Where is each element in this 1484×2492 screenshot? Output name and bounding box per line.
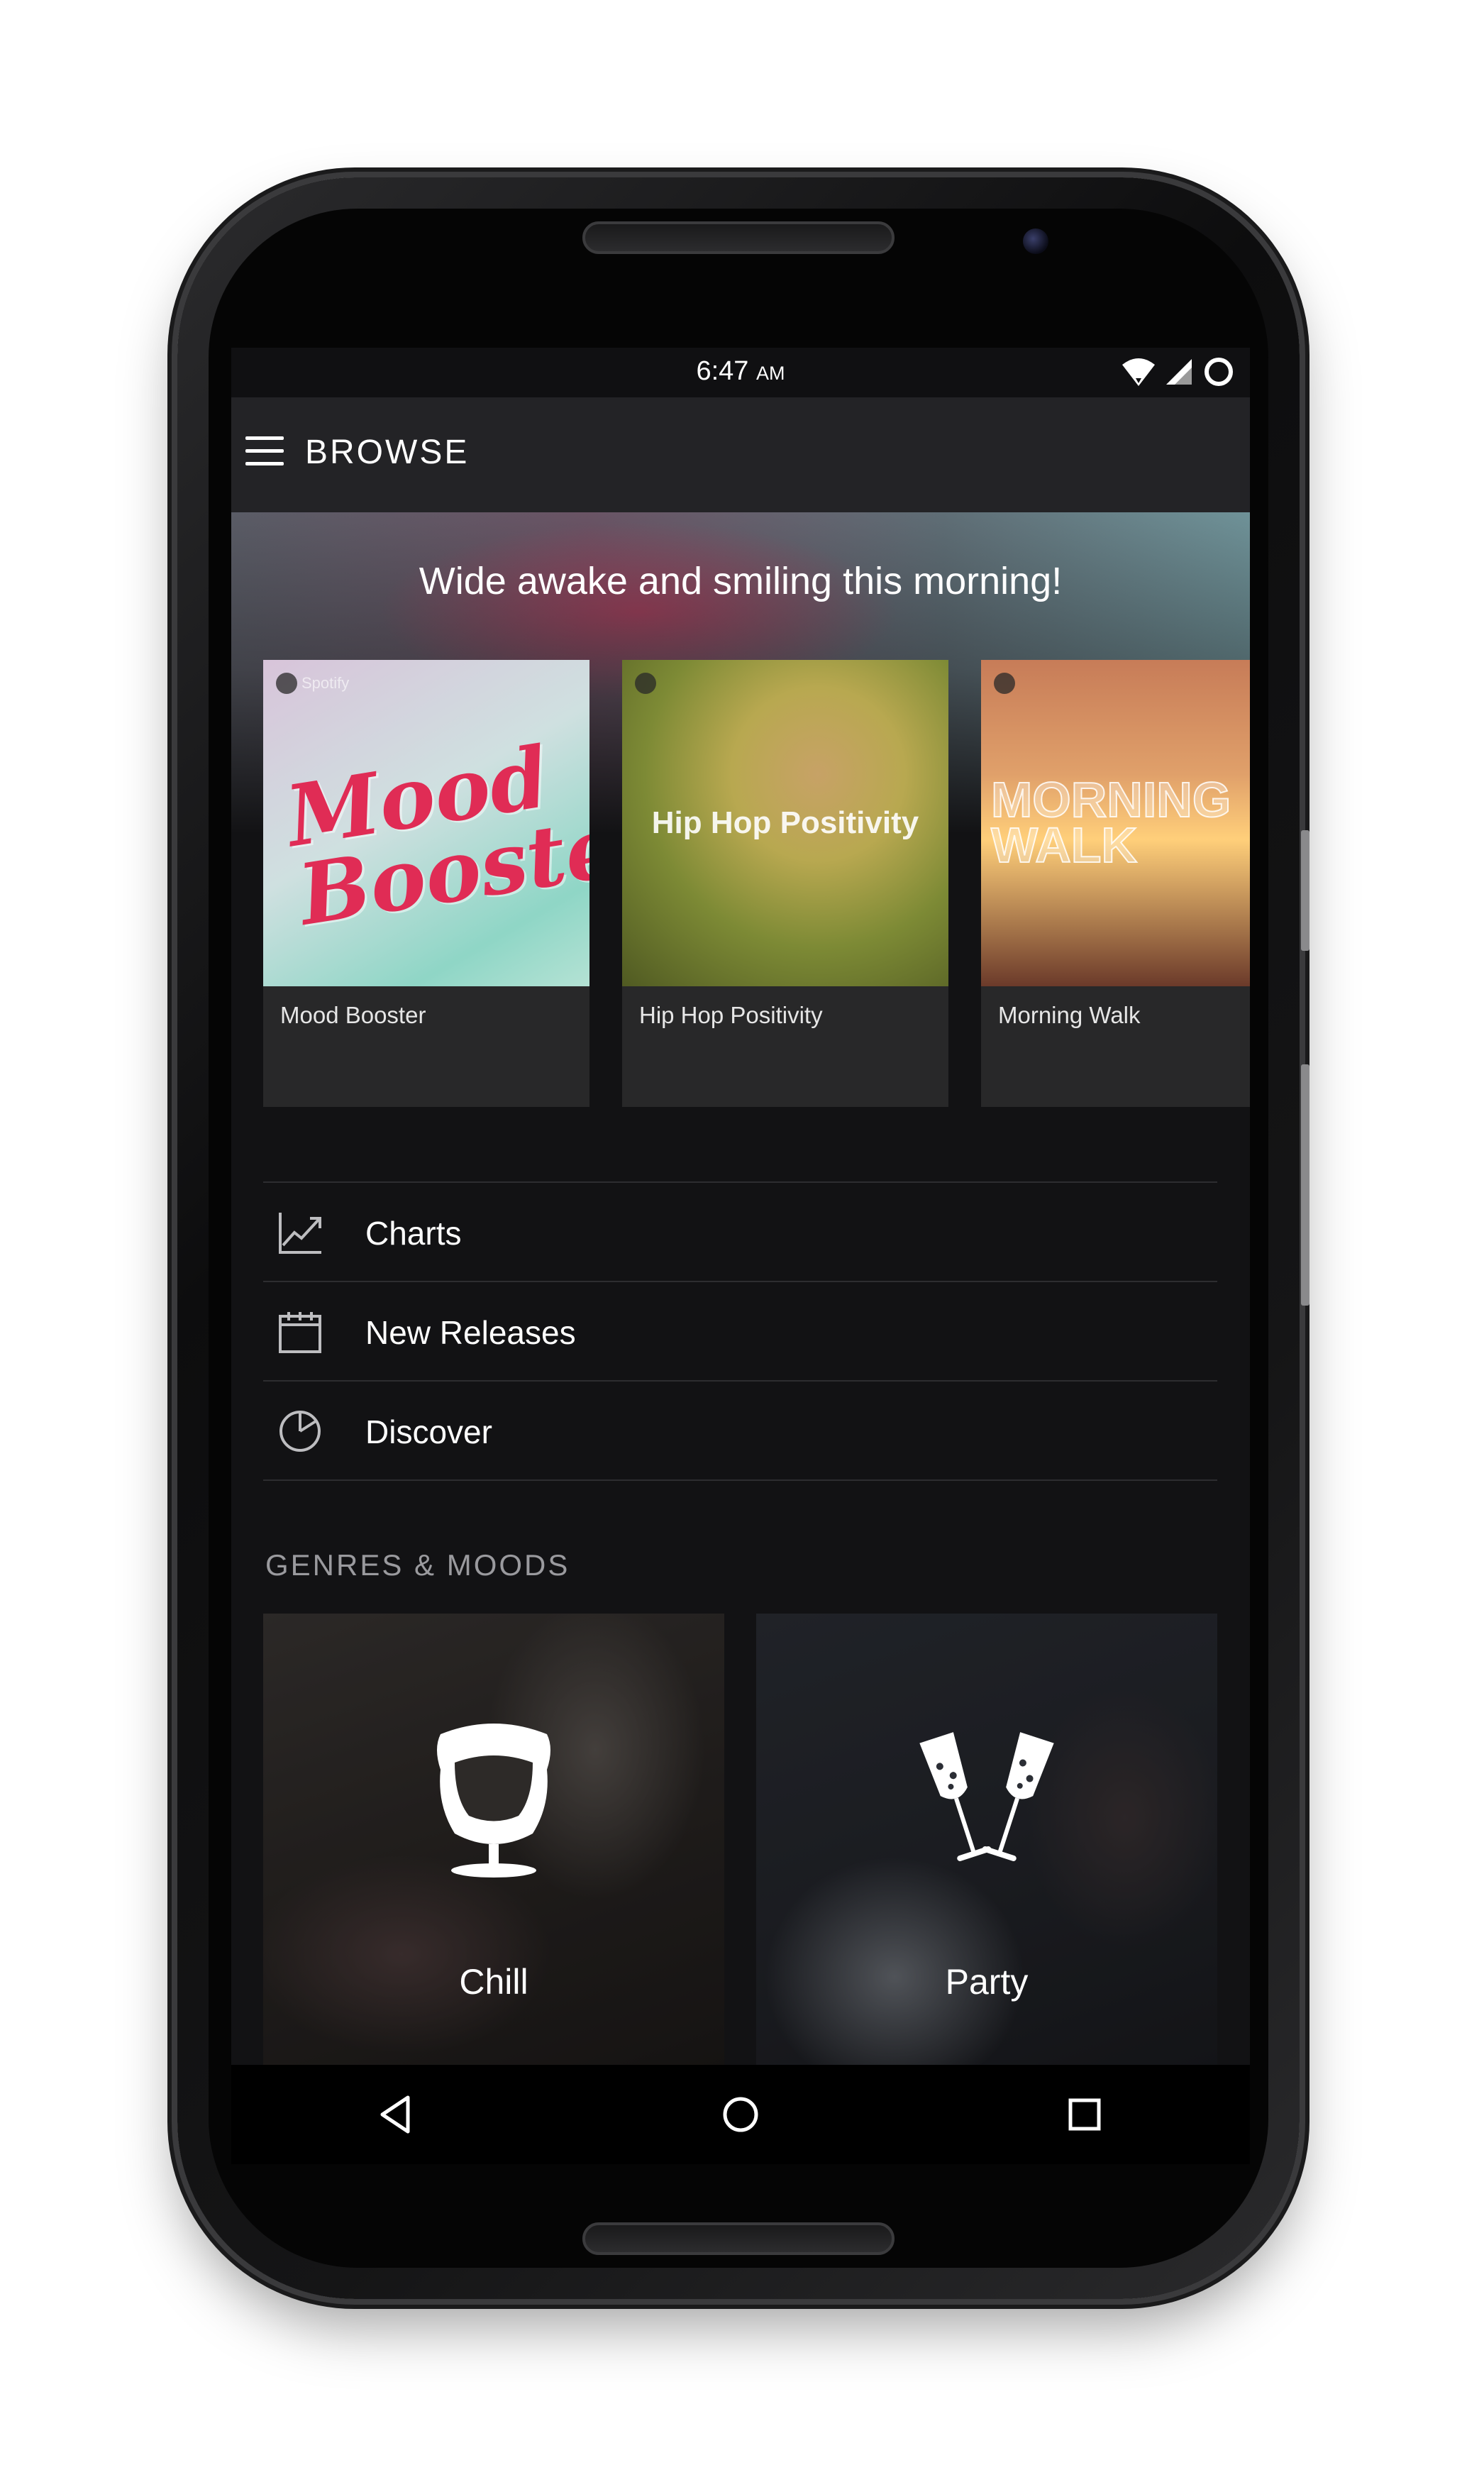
battery-icon xyxy=(1205,358,1233,386)
list-item-charts[interactable]: Charts xyxy=(263,1183,1217,1282)
recents-icon[interactable] xyxy=(1059,2089,1110,2140)
status-icons xyxy=(1121,355,1236,389)
playlist-cover-mood-booster: Spotify Mood Booster xyxy=(263,660,589,986)
featured-section: Wide awake and smiling this morning! Spo… xyxy=(231,512,1250,1107)
app-bar: BROWSE xyxy=(231,397,1250,512)
spotify-badge-text: Spotify xyxy=(301,674,350,692)
morning-walk-art-line1: MORNING xyxy=(990,772,1231,827)
list-item-label: Charts xyxy=(365,1215,462,1252)
volume-button xyxy=(1301,830,1309,951)
genres-heading: GENRES & MOODS xyxy=(265,1548,570,1582)
spotify-badge xyxy=(994,673,1015,694)
list-item-label: New Releases xyxy=(365,1314,576,1351)
hamburger-menu-icon[interactable] xyxy=(245,436,284,465)
featured-heading: Wide awake and smiling this morning! xyxy=(419,560,1063,602)
morning-walk-art-text: MORNING WALK xyxy=(990,772,1231,873)
list-item-discover[interactable]: Discover xyxy=(263,1382,1217,1481)
playlist-carousel[interactable]: Spotify Mood Booster Mood Booster Hip Ho… xyxy=(263,660,1250,1107)
playlist-cover-morning-walk: MORNING WALK xyxy=(981,660,1250,986)
playlist-card-morning-walk[interactable]: MORNING WALK Morning Walk xyxy=(981,660,1250,1107)
status-clock: 6:47 AM xyxy=(231,356,1250,387)
spotify-logo-icon xyxy=(276,673,297,694)
mood-booster-art-text: Mood Booster xyxy=(279,727,589,944)
genre-tile-label: Chill xyxy=(459,1962,528,2002)
calendar-icon xyxy=(279,1312,321,1353)
hip-hop-art-text: Hip Hop Positivity xyxy=(651,805,919,840)
home-icon[interactable] xyxy=(715,2089,766,2140)
playlist-card-mood-booster[interactable]: Spotify Mood Booster Mood Booster xyxy=(263,660,589,1107)
clock-pie-icon xyxy=(279,1411,321,1452)
back-icon[interactable] xyxy=(371,2089,422,2140)
playlist-title: Hip Hop Positivity xyxy=(639,1002,823,1028)
signal-icon xyxy=(1166,359,1192,385)
champagne-glasses-icon xyxy=(919,1732,1054,1861)
playlist-card-hip-hop-positivity[interactable]: Hip Hop Positivity Hip Hop Positivity xyxy=(622,660,948,1107)
wifi-icon xyxy=(1122,358,1155,386)
page-title: BROWSE xyxy=(305,434,470,471)
status-ampm: AM xyxy=(756,363,785,384)
status-time: 6:47 xyxy=(696,356,749,386)
spotify-logo-icon xyxy=(635,673,656,694)
morning-walk-art-line2: WALK xyxy=(990,817,1138,873)
genre-tile-party[interactable]: Party xyxy=(756,1614,1217,2065)
screen: 6:47 AM BROWSE Wide awake and smiling th… xyxy=(231,348,1250,2065)
system-nav-bar xyxy=(231,2065,1250,2164)
playlist-title: Mood Booster xyxy=(280,1002,426,1028)
bottom-speaker xyxy=(582,2222,895,2255)
egg-chair-icon xyxy=(437,1724,550,1878)
browse-list: Charts New Releases Discover xyxy=(263,1181,1217,1481)
front-camera xyxy=(1023,228,1048,254)
list-item-label: Discover xyxy=(365,1413,492,1450)
playlist-title: Morning Walk xyxy=(998,1002,1141,1028)
status-bar: 6:47 AM xyxy=(231,348,1250,397)
spotify-logo-icon xyxy=(994,673,1015,694)
playlist-cover-hip-hop-positivity: Hip Hop Positivity xyxy=(622,660,948,986)
genre-tile-label: Party xyxy=(945,1962,1029,2002)
spotify-badge: Spotify xyxy=(276,673,349,694)
power-button xyxy=(1301,1064,1309,1306)
chart-line-icon xyxy=(279,1213,321,1254)
list-item-new-releases[interactable]: New Releases xyxy=(263,1282,1217,1382)
spotify-badge xyxy=(635,673,656,694)
top-speaker xyxy=(582,221,895,254)
genre-tile-chill[interactable]: Chill xyxy=(263,1614,724,2065)
